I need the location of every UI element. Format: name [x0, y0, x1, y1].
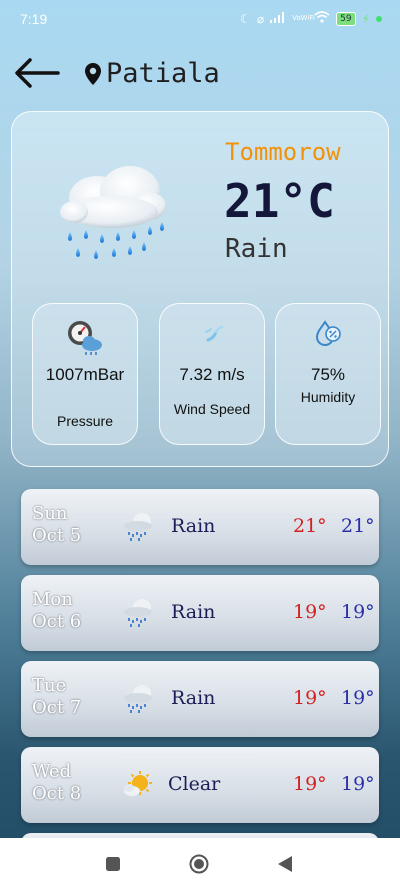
forecast-low: 21° — [341, 515, 375, 537]
status-bar: 7:19 ☾ ⌀ VoWiFi 59 ⚡ — [0, 0, 400, 40]
alarm-off-icon: ⌀ — [256, 11, 265, 26]
humidity-card: 75% Humidity — [275, 303, 381, 445]
system-nav-bar — [0, 838, 400, 889]
location-header: Patiala — [84, 58, 220, 89]
recents-button[interactable] — [101, 852, 125, 876]
moon-icon: ☾ — [240, 11, 251, 26]
forecast-high: 21° — [293, 515, 327, 537]
wifi-icon — [314, 11, 330, 26]
signal-icon — [270, 11, 286, 26]
forecast-high: 19° — [293, 687, 327, 709]
forecast-condition: Rain — [171, 515, 216, 537]
forecast-low: 19° — [341, 687, 375, 709]
back-button[interactable] — [14, 56, 60, 90]
forecast-condition: Rain — [171, 687, 216, 709]
pressure-card: 1007mBar Pressure — [32, 303, 138, 445]
rain-cloud-icon — [124, 513, 152, 541]
forecast-low: 19° — [341, 601, 375, 623]
pressure-value: 1007mBar — [45, 365, 125, 384]
vowifi-label: VoWiFi — [292, 14, 315, 22]
forecast-date: Mon Oct 6 — [32, 589, 82, 632]
wind-speed-label: Wind Speed — [173, 401, 251, 417]
wind-icon — [205, 325, 224, 342]
rain-cloud-icon — [124, 685, 152, 713]
forecast-high: 19° — [293, 601, 327, 623]
forecast-day-label: Tommorow — [225, 138, 341, 166]
privacy-dot — [376, 15, 382, 22]
forecast-date: Tue Oct 7 — [32, 675, 82, 718]
current-weather-card: Tommorow 21°C Rain 1007mBar Pressure 7.3… — [11, 111, 389, 467]
forecast-high: 19° — [293, 773, 327, 795]
wind-speed-value: 7.32 m/s — [179, 365, 245, 384]
forecast-condition: Rain — [171, 601, 216, 623]
forecast-row[interactable]: Mon Oct 6 Rain 19° 19° — [21, 575, 379, 651]
forecast-date: Sun Oct 5 — [32, 503, 82, 546]
charging-icon: ⚡ — [361, 11, 370, 26]
location-name: Patiala — [106, 58, 220, 89]
square-icon — [106, 857, 120, 871]
sun-cloud-icon — [124, 771, 152, 796]
humidity-value: 75% — [310, 365, 346, 384]
status-time: 7:19 — [20, 11, 48, 27]
gauge-icon — [68, 321, 102, 355]
triangle-back-icon — [278, 856, 292, 872]
back-nav-button[interactable] — [273, 852, 297, 876]
forecast-date: Wed Oct 8 — [32, 761, 82, 804]
forecast-row[interactable]: Wed Oct 8 Clear 19° 19° — [21, 747, 379, 823]
map-pin-icon — [85, 62, 101, 85]
forecast-low: 19° — [341, 773, 375, 795]
humidity-icon — [315, 320, 341, 347]
rain-cloud-icon — [124, 599, 152, 627]
status-icons: ☾ ⌀ VoWiFi 59 ⚡ — [240, 11, 382, 26]
forecast-row[interactable]: Sun Oct 5 Rain 21° 21° — [21, 489, 379, 565]
current-temperature: 21°C — [224, 174, 335, 228]
home-button[interactable] — [187, 852, 211, 876]
forecast-row[interactable]: Tue Oct 7 Rain 19° 19° — [21, 661, 379, 737]
forecast-condition: Clear — [168, 773, 221, 795]
battery-icon: 59 — [336, 11, 356, 26]
wind-card: 7.32 m/s Wind Speed — [159, 303, 265, 445]
current-condition: Rain — [225, 234, 288, 264]
humidity-label: Humidity — [300, 389, 356, 405]
arrow-left-icon — [15, 58, 60, 88]
rain-cloud-icon — [60, 166, 166, 259]
pressure-label: Pressure — [56, 413, 114, 429]
circle-icon — [189, 854, 209, 874]
